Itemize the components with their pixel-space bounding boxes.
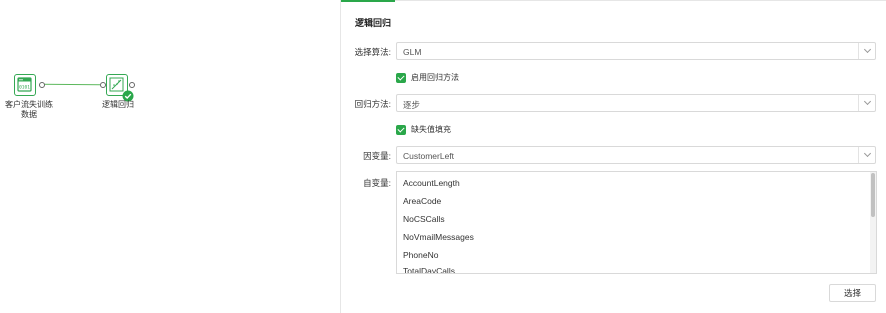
- fill-missing-checkbox[interactable]: [396, 124, 406, 135]
- logistic-regression-node[interactable]: [100, 74, 136, 102]
- regression-node-label: 逻辑回归: [102, 100, 134, 109]
- list-item[interactable]: NoCSCalls: [403, 214, 445, 224]
- list-item[interactable]: NoVmailMessages: [403, 232, 474, 242]
- list-item[interactable]: AccountLength: [403, 178, 460, 188]
- enable-regression-method-label: 启用回归方法: [411, 73, 459, 82]
- dataset-node-label: 客户流失训练 数据: [5, 100, 53, 119]
- enable-regression-method-row[interactable]: 启用回归方法: [396, 72, 459, 83]
- chevron-down-icon: [863, 45, 871, 54]
- workflow-canvas[interactable]: 0101 客户流失训练 数据 逻辑回归: [0, 0, 341, 313]
- choose-button[interactable]: 选择: [829, 284, 876, 302]
- list-item[interactable]: PhoneNo: [403, 250, 438, 260]
- regression-output-port[interactable]: [129, 82, 135, 88]
- algorithm-select[interactable]: GLM: [396, 42, 876, 60]
- list-item[interactable]: AreaCode: [403, 196, 441, 206]
- list-scrollbar-track[interactable]: [870, 172, 876, 273]
- algorithm-value: GLM: [403, 47, 422, 57]
- dataset-node[interactable]: 0101: [14, 74, 45, 98]
- fill-missing-label: 缺失值填充: [411, 125, 451, 134]
- dependent-variable-value: CustomerLeft: [403, 151, 455, 161]
- algorithm-dropdown-toggle[interactable]: [858, 43, 875, 59]
- independent-variables-label: 自变量:: [363, 178, 391, 188]
- independent-variables-list[interactable]: AccountLength AreaCode NoCSCalls NoVmail…: [396, 171, 877, 274]
- list-item[interactable]: TotalDayCalls: [403, 266, 455, 273]
- enable-regression-method-checkbox[interactable]: [396, 72, 406, 83]
- dependent-variable-dropdown-toggle[interactable]: [858, 147, 875, 163]
- regression-method-select[interactable]: 逐步: [396, 94, 876, 112]
- chevron-down-icon: [863, 97, 871, 106]
- regression-method-label: 回归方法:: [354, 99, 391, 109]
- dependent-variable-select[interactable]: CustomerLeft: [396, 146, 876, 164]
- fill-missing-row[interactable]: 缺失值填充: [396, 124, 451, 135]
- list-scrollbar-thumb[interactable]: [871, 173, 875, 217]
- algorithm-label: 选择算法:: [354, 47, 391, 57]
- chevron-down-icon: [863, 149, 871, 158]
- regression-method-value: 逐步: [403, 100, 421, 110]
- svg-text:0101: 0101: [19, 85, 30, 91]
- dataset-node-box[interactable]: 0101: [14, 74, 36, 96]
- dependent-variable-label: 因变量:: [363, 151, 391, 161]
- regression-method-dropdown-toggle[interactable]: [858, 95, 875, 111]
- panel-title: 逻辑回归: [355, 18, 392, 28]
- dataset-output-port[interactable]: [39, 82, 45, 88]
- workflow-edge: [41, 83, 101, 86]
- dataset-icon: 0101: [17, 77, 32, 92]
